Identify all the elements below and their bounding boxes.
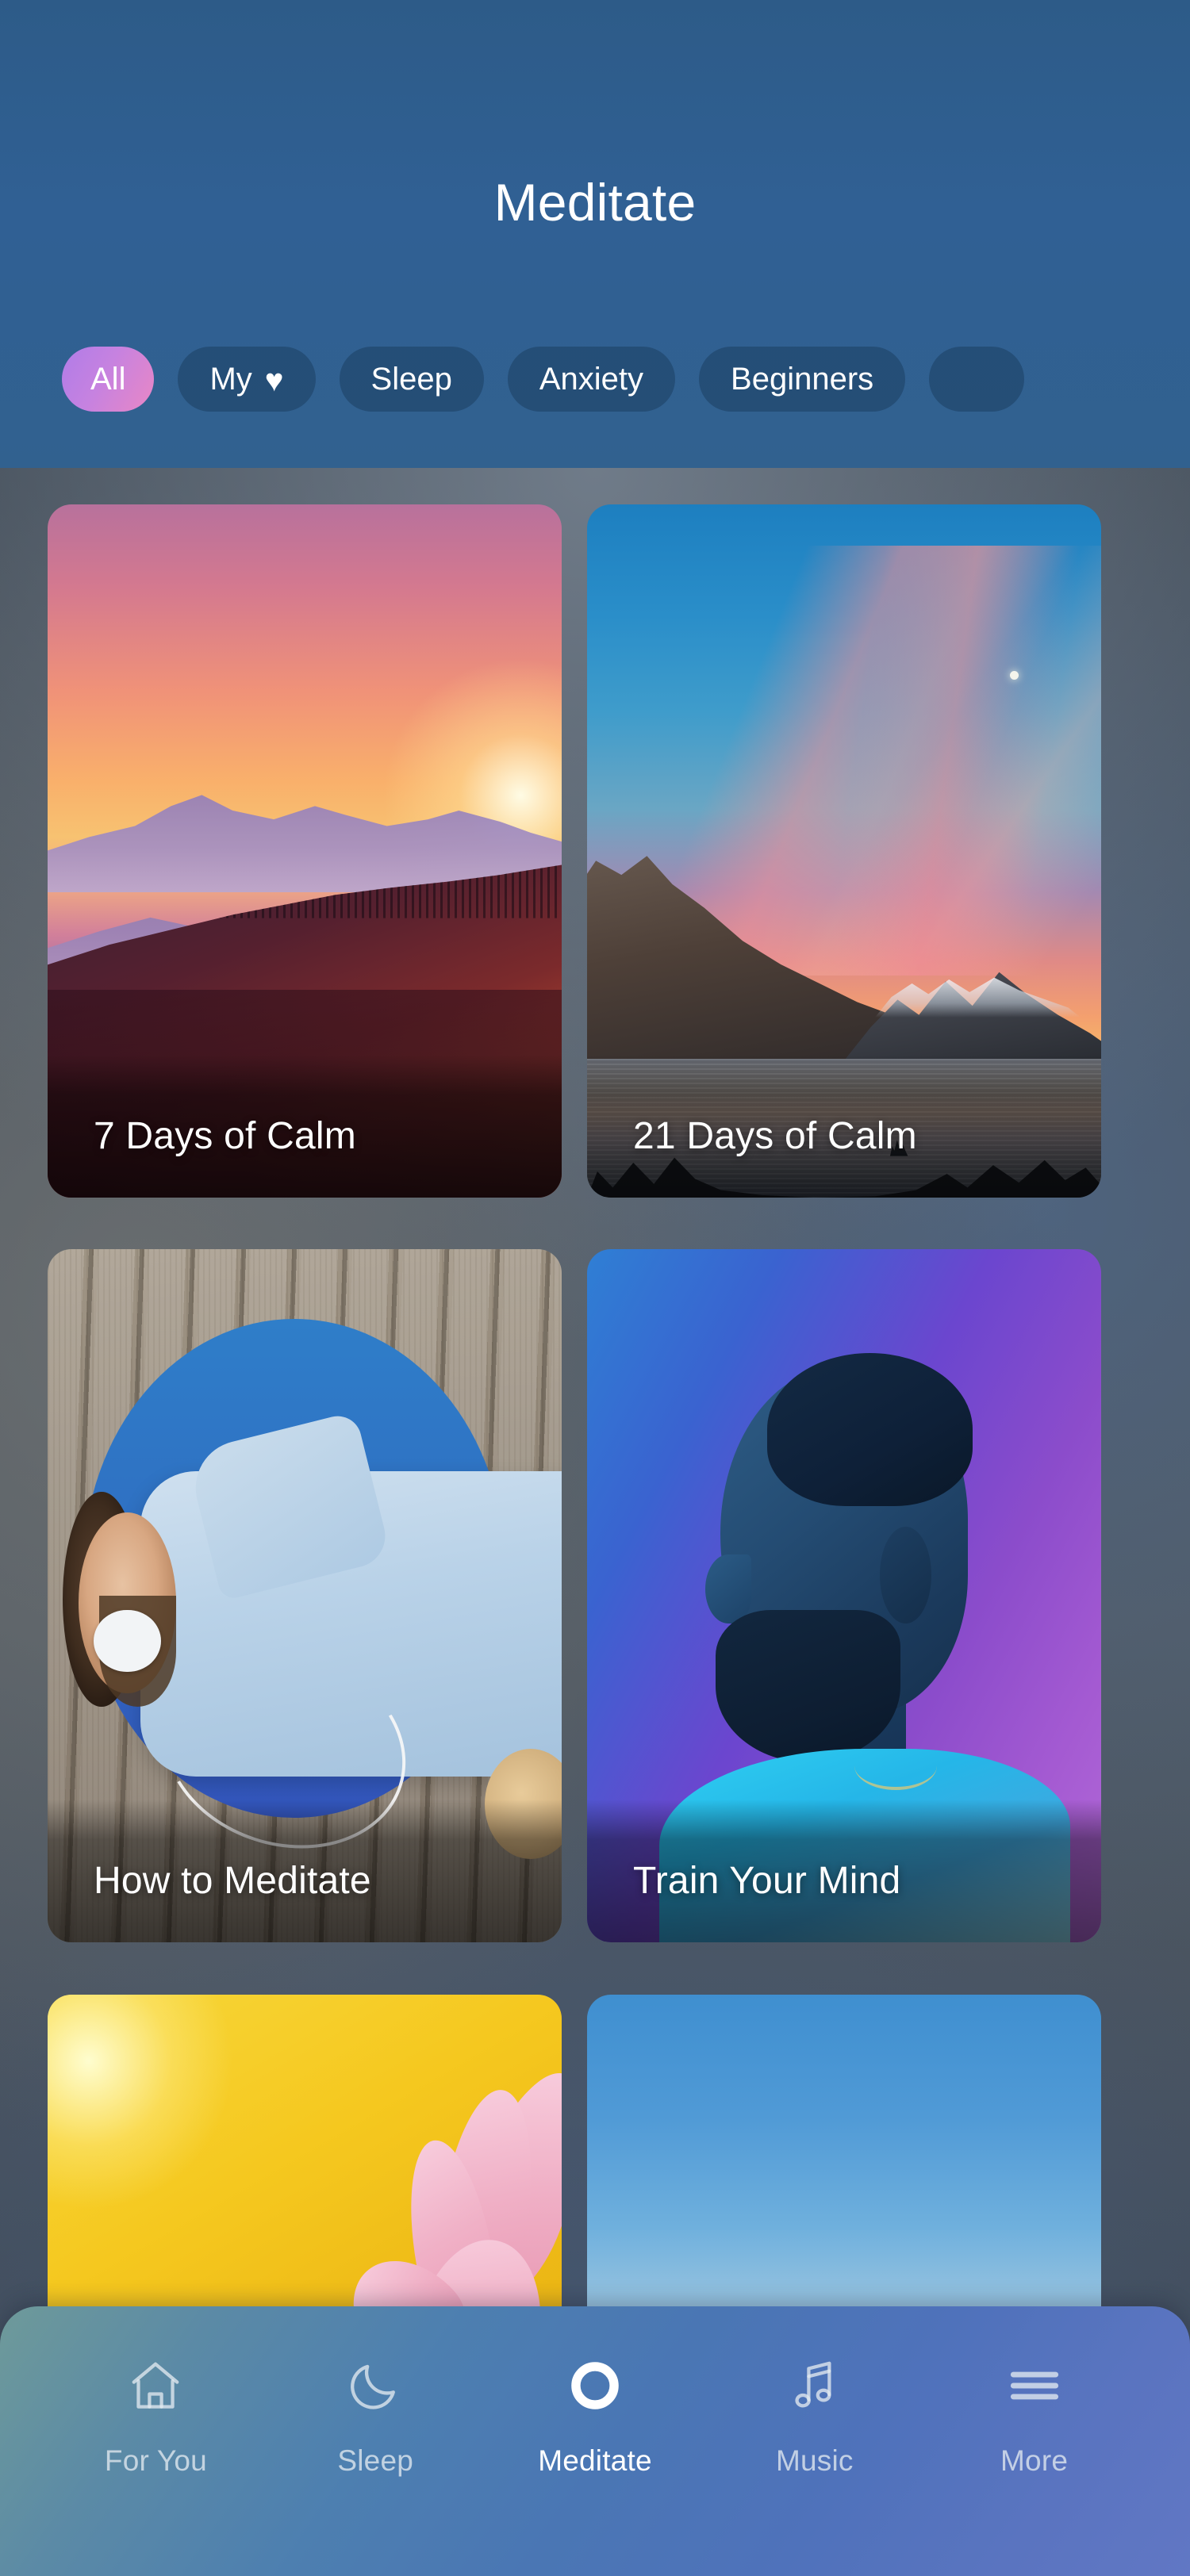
meditation-card-grid: 7 Days of Calm 21 Days of Calm How to Me… [0,470,1190,2576]
filter-chip-overflow[interactable] [929,347,1025,412]
heart-icon: ♥ [264,363,284,398]
portrait-hair [766,1353,973,1506]
filter-chip-anxiety-label: Anxiety [539,361,644,397]
portrait-ear [880,1526,932,1624]
filter-chip-sleep-label: Sleep [370,361,452,397]
bottom-tab-bar: For You Sleep Meditate Music More [0,2306,1190,2576]
tab-more[interactable]: More [924,2352,1144,2475]
portrait-beard [716,1609,901,1763]
music-note-icon [781,2352,848,2419]
filter-chip-beginners[interactable]: Beginners [699,347,906,412]
meditation-app-screen: Meditate All My ♥ Sleep Anxiety Beginner… [0,0,1190,2576]
card-title: 21 Days of Calm [633,1114,917,1157]
card-title: How to Meditate [94,1859,371,1902]
tab-for-you[interactable]: For You [46,2352,266,2475]
tab-music-label: Music [775,2444,854,2477]
card-title: 7 Days of Calm [94,1114,356,1157]
tab-meditate[interactable]: Meditate [486,2352,705,2475]
tab-for-you-label: For You [104,2444,207,2477]
tab-meditate-label: Meditate [538,2444,652,2477]
tab-music[interactable]: Music [704,2352,924,2475]
headphones-icon [94,1609,161,1673]
portrait-necklace [854,1742,937,1791]
portrait-nose [705,1554,752,1624]
tab-sleep-label: Sleep [337,2444,414,2477]
moon-icon [342,2352,409,2419]
filter-chip-my-label: My [209,361,252,397]
card-how-to-meditate[interactable]: How to Meditate [48,1249,562,1943]
tab-sleep[interactable]: Sleep [266,2352,486,2475]
card-title: Train Your Mind [633,1859,901,1902]
page-title: Meditate [493,173,697,232]
ridge-far [48,795,562,893]
home-icon [122,2352,189,2419]
card-7-days-of-calm[interactable]: 7 Days of Calm [48,504,562,1198]
ring-icon [562,2352,628,2419]
app-header: Meditate All My ♥ Sleep Anxiety Beginner… [0,0,1190,470]
filter-chip-anxiety[interactable]: Anxiety [507,347,676,412]
card-21-days-of-calm[interactable]: 21 Days of Calm [587,504,1101,1198]
filter-chip-all-label: All [90,361,126,397]
snow-peaks [874,977,1081,1018]
tab-more-label: More [1000,2444,1069,2477]
filter-chip-row[interactable]: All My ♥ Sleep Anxiety Beginners [0,339,1190,419]
hamburger-menu-icon [1001,2352,1068,2419]
filter-chip-sleep[interactable]: Sleep [339,347,484,412]
card-train-your-mind[interactable]: Train Your Mind [587,1249,1101,1943]
filter-chip-all[interactable]: All [62,347,155,412]
filter-chip-beginners-label: Beginners [731,361,874,397]
filter-chip-my-favorites[interactable]: My ♥ [178,347,316,412]
